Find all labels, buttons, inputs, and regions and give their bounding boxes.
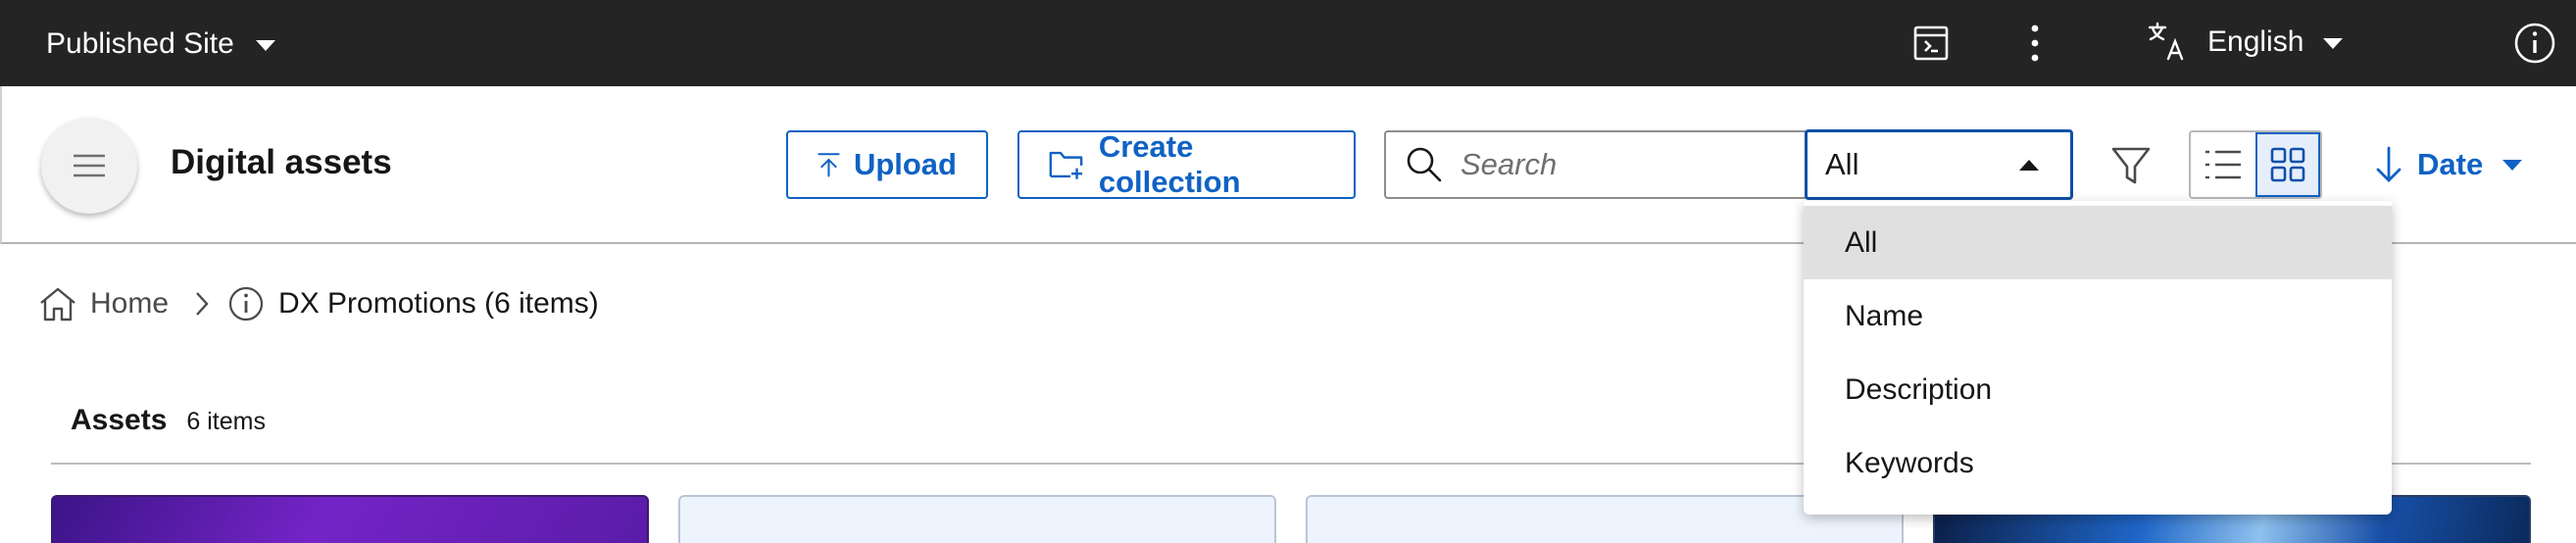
upload-label: Upload: [853, 147, 957, 181]
search-field[interactable]: [1384, 130, 1806, 199]
filter-button[interactable]: [2107, 135, 2155, 196]
upload-button[interactable]: Upload: [786, 130, 988, 199]
search-scope-select[interactable]: All: [1805, 129, 2073, 200]
sort-button[interactable]: Date: [2374, 137, 2523, 192]
site-switcher-label: Published Site: [46, 27, 234, 60]
assets-count: 6 items: [186, 408, 266, 435]
search-scope-value: All: [1825, 147, 1859, 181]
chevron-up-icon: [2019, 159, 2039, 171]
breadcrumb: Home DX Promotions (6 items): [39, 284, 599, 323]
grid-view-icon: [2270, 147, 2305, 182]
dropdown-option-name[interactable]: Name: [1804, 279, 2392, 353]
view-toggle: [2189, 130, 2322, 199]
page-title: Digital assets: [171, 143, 392, 181]
asset-card[interactable]: [51, 495, 649, 543]
hamburger-menu-button[interactable]: [41, 118, 137, 214]
chevron-down-icon: [2323, 38, 2344, 49]
list-view-icon: [2205, 150, 2241, 179]
top-bar: Published Site English: [0, 0, 2576, 86]
arrow-down-icon: [2376, 146, 2402, 182]
preview-icon[interactable]: [1907, 20, 1955, 67]
kebab-menu-icon[interactable]: [2011, 20, 2058, 67]
info-icon[interactable]: [227, 285, 265, 322]
chevron-down-icon: [2502, 159, 2523, 171]
assets-title: Assets: [71, 404, 168, 436]
dropdown-option-keywords[interactable]: Keywords: [1804, 426, 2392, 500]
create-collection-button[interactable]: Create collection: [1017, 129, 1356, 199]
chevron-down-icon: [255, 40, 275, 51]
filter-icon: [2111, 147, 2151, 184]
create-collection-label: Create collection: [1098, 129, 1241, 199]
asset-card[interactable]: [678, 495, 1276, 543]
folder-add-icon: [1049, 151, 1083, 179]
upload-icon: [817, 153, 840, 177]
search-icon: [1407, 147, 1442, 182]
language-label: English: [2207, 25, 2304, 58]
assets-header: Assets 6 items: [71, 404, 266, 437]
dropdown-option-description[interactable]: Description: [1804, 353, 2392, 426]
breadcrumb-home[interactable]: Home: [39, 286, 169, 321]
breadcrumb-home-label: Home: [90, 287, 170, 320]
search-scope-dropdown: All Name Description Keywords: [1804, 201, 2392, 515]
site-switcher[interactable]: Published Site: [46, 22, 275, 67]
list-view-button[interactable]: [2191, 132, 2255, 197]
search-input[interactable]: [1461, 147, 1774, 182]
chevron-right-icon: [194, 290, 210, 318]
breadcrumb-current-label: DX Promotions (6 items): [278, 287, 599, 320]
breadcrumb-current: DX Promotions (6 items): [227, 285, 599, 322]
language-switcher[interactable]: English: [2147, 18, 2344, 67]
home-icon: [40, 287, 75, 321]
info-icon[interactable]: [2511, 20, 2558, 67]
sort-label: Date: [2417, 147, 2484, 181]
dropdown-option-all[interactable]: All: [1804, 206, 2392, 279]
hamburger-icon: [74, 154, 105, 177]
grid-view-button[interactable]: [2255, 132, 2320, 197]
translate-icon: [2147, 22, 2188, 63]
